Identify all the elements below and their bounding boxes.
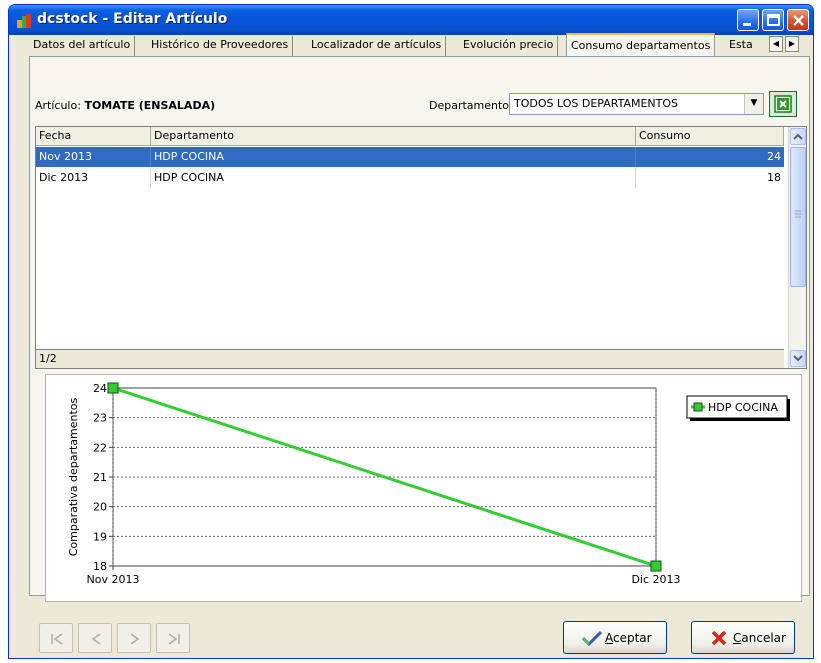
data-point (107, 382, 119, 394)
tab-localizador-articulos[interactable]: Localizador de artículos (307, 36, 447, 56)
record-navigator (39, 623, 195, 653)
excel-export-icon (774, 95, 792, 113)
tab-esta[interactable]: Esta (725, 36, 757, 56)
tab-scroll-left-button[interactable]: ◀ (769, 36, 783, 52)
department-label: Departamento (429, 99, 510, 112)
scroll-down-button[interactable] (790, 350, 806, 367)
title-bar[interactable]: dcstock - Editar Artículo (9, 5, 813, 35)
next-record-icon (130, 633, 140, 645)
chevron-down-icon (793, 355, 803, 362)
cell-consumo: 24 (767, 150, 781, 163)
chevron-down-icon[interactable]: ▼ (744, 94, 763, 114)
grid-header: Fecha Departamento Consumo (36, 127, 784, 146)
table-row[interactable]: Dic 2013 HDP COCINA 18 (36, 168, 784, 188)
maximize-button[interactable] (762, 9, 784, 31)
data-point (650, 560, 662, 572)
tab-evolucion-precio[interactable]: Evolución precio (459, 36, 559, 56)
next-record-button[interactable] (117, 623, 151, 653)
column-header-departamento[interactable]: Departamento (151, 127, 636, 146)
maximize-icon (767, 14, 780, 26)
cell-consumo: 18 (767, 171, 781, 184)
last-record-icon (168, 633, 180, 645)
legend-marker (693, 402, 703, 412)
cell-departamento: HDP COCINA (151, 168, 636, 188)
tab-datos-articulo[interactable]: Datos del artículo (29, 36, 136, 56)
minimize-button[interactable] (737, 9, 759, 31)
y-tick-label: 19 (93, 530, 107, 543)
article-name: TOMATE (ENSALADA) (84, 99, 216, 112)
x-tick-label: Nov 2013 (87, 573, 140, 586)
prev-record-icon (91, 633, 101, 645)
column-header-consumo[interactable]: Consumo (636, 127, 784, 146)
tab-consumo-departamentos[interactable]: Consumo departamentos (566, 33, 716, 56)
grid-record-counter: 1/2 (36, 349, 784, 368)
table-row[interactable]: Nov 2013 HDP COCINA 24 (36, 147, 784, 167)
y-tick-label: 20 (93, 501, 107, 514)
cancel-button-label: Cancelar (733, 631, 786, 645)
grid-vertical-scrollbar[interactable] (788, 127, 806, 368)
column-header-fecha[interactable]: Fecha (36, 127, 151, 146)
window-title: dcstock - Editar Artículo (37, 11, 228, 27)
editar-articulo-window: dcstock - Editar Artículo Datos del artí… (8, 4, 814, 659)
department-select[interactable]: TODOS LOS DEPARTAMENTOS ▼ (509, 93, 764, 115)
prev-record-button[interactable] (78, 623, 112, 653)
cell-fecha: Nov 2013 (36, 147, 151, 167)
department-select-value: TODOS LOS DEPARTAMENTOS (514, 97, 678, 110)
close-button[interactable] (787, 9, 809, 31)
y-tick-label: 23 (93, 412, 107, 425)
cell-fecha: Dic 2013 (36, 168, 151, 188)
accept-button[interactable]: Aceptar (563, 621, 667, 654)
minimize-icon (743, 23, 751, 26)
y-tick-label: 22 (93, 441, 107, 454)
grip-icon (795, 210, 801, 218)
chevron-right-icon: ▶ (788, 39, 796, 48)
consumo-grid: Fecha Departamento Consumo Nov 2013 HDP … (35, 126, 807, 369)
close-icon (793, 15, 804, 26)
tab-strip: Datos del artículo Histórico de Proveedo… (29, 33, 810, 56)
first-record-button[interactable] (39, 623, 73, 653)
y-tick-label: 24 (93, 382, 107, 395)
cancel-x-icon (711, 630, 727, 646)
checkmark-icon (582, 630, 602, 646)
article-caption: Artículo: TOMATE (ENSALADA) (35, 99, 215, 112)
consumo-chart: 24 23 22 21 20 19 18 Nov 2013 Dic 2013 Comparativ… (45, 374, 802, 602)
chevron-left-icon: ◀ (772, 39, 780, 48)
tab-historico-proveedores[interactable]: Histórico de Proveedores (147, 36, 294, 56)
cancel-button[interactable]: Cancelar (691, 621, 795, 654)
y-tick-label: 21 (93, 471, 107, 484)
x-tick-label: Dic 2013 (631, 573, 680, 586)
y-axis-label: Comparativa departamentos (67, 397, 80, 556)
tab-scroll-right-button[interactable]: ▶ (785, 36, 799, 52)
scroll-thumb[interactable] (790, 147, 806, 287)
y-tick-label: 18 (93, 560, 107, 573)
cell-departamento: HDP COCINA (151, 147, 636, 167)
legend-label: HDP COCINA (708, 401, 778, 414)
export-excel-button[interactable] (769, 91, 797, 117)
chevron-up-icon (793, 133, 803, 140)
article-label: Artículo: (35, 99, 81, 112)
last-record-button[interactable] (156, 623, 190, 653)
scroll-up-button[interactable] (790, 128, 806, 145)
app-logo-icon (17, 14, 31, 28)
accept-button-label: Aceptar (605, 631, 652, 645)
first-record-icon (51, 633, 63, 645)
chart-svg: 24 23 22 21 20 19 18Nov 2013 Dic 2013 Comparativ… (67, 382, 790, 586)
